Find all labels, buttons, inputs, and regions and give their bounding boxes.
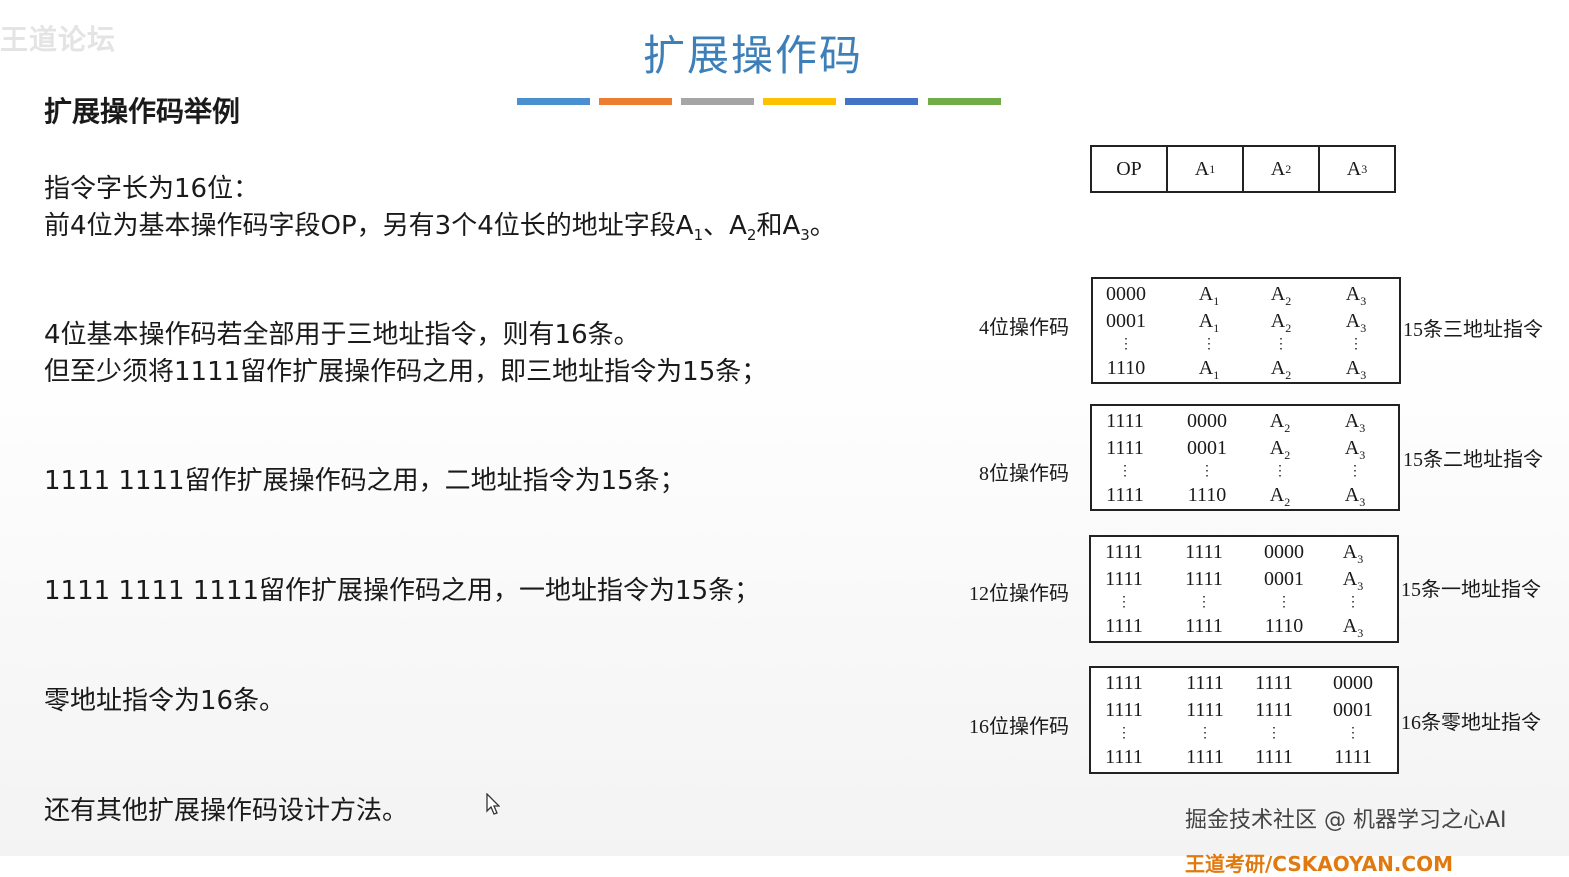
opcode-group-8bit: 1111 1111 ⋮ 1111 0000 0001 ⋮ 1110 A2 A2 ⋮ A2 A3 A3… <box>1090 404 1400 511</box>
opcode-group-4bit: 0000 0001 ⋮ 1110 A1 A1 ⋮ A1 A2 A2 ⋮ A2 A3 A3 ⋮ A3 <box>1091 277 1401 384</box>
text-word-length: 指令字长为16位： <box>44 174 260 204</box>
watermark-bottom: 掘金技术社区 @ 机器学习之心AI <box>1185 808 1507 833</box>
text-one-address: 1111 1111 1111留作扩展操作码之用，一地址指令为15条； <box>44 576 761 606</box>
section-heading: 扩展操作码举例 <box>44 95 241 128</box>
instruction-count-label: 15条二地址指令 <box>1403 449 1543 471</box>
opcode-column: 1111 1111 ⋮ 1111 <box>1106 410 1144 506</box>
text-three-address-16: 4位基本操作码若全部用于三地址指令，则有16条。 <box>44 320 640 350</box>
opcode-column: 1111 1111 ⋮ 1111 <box>1186 672 1224 768</box>
opcode-column: 1111 1111 ⋮ 1111 <box>1105 541 1143 637</box>
text-fields: 前4位为基本操作码字段OP，另有3个4位长的地址字段A1、A2和A3。 <box>44 211 836 245</box>
mouse-cursor-icon <box>486 793 500 815</box>
address-column-a3: A3 A3 ⋮ A3 <box>1344 410 1366 509</box>
slide-title: 扩展操作码 <box>643 31 864 80</box>
text-zero-address: 零地址指令为16条。 <box>44 686 286 716</box>
watermark-bottom-site: 王道考研/CSKAOYAN.COM <box>1185 852 1453 876</box>
opcode-column: 1111 1111 ⋮ 1111 <box>1105 672 1143 768</box>
opcode-column: 0000 0001 ⋮ 1110 <box>1264 541 1304 637</box>
instruction-format: OP A1 A2 A3 <box>1090 145 1396 193</box>
opcode-column: 1111 1111 ⋮ 1111 <box>1185 541 1223 637</box>
text-two-address: 1111 1111留作扩展操作码之用，二地址指令为15条； <box>44 466 686 496</box>
opcode-column: 0000 0001 ⋮ 1111 <box>1333 672 1373 768</box>
address-column-a2: A2 A2 ⋮ A2 <box>1270 283 1292 382</box>
address-column-a1: A1 A1 ⋮ A1 <box>1198 283 1220 382</box>
opcode-column: 1111 1111 ⋮ 1111 <box>1255 672 1293 768</box>
field-a3: A3 <box>1346 157 1368 180</box>
accent-bar-3 <box>681 98 754 105</box>
address-column-a3: A3 A3 ⋮ A3 <box>1342 541 1364 640</box>
opcode-length-label: 16位操作码 <box>969 716 1069 738</box>
opcode-column: 0000 0001 ⋮ 1110 <box>1106 283 1146 379</box>
opcode-length-label: 12位操作码 <box>969 583 1069 605</box>
opcode-column: 0000 0001 ⋮ 1110 <box>1187 410 1227 506</box>
address-column-a2: A2 A2 ⋮ A2 <box>1269 410 1291 509</box>
field-op: OP <box>1092 147 1168 191</box>
opcode-group-12bit: 1111 1111 ⋮ 1111 1111 1111 ⋮ 1111 0000 0001 ⋮ 111… <box>1089 535 1399 643</box>
accent-bar-2 <box>599 98 672 105</box>
field-a1: A1 <box>1168 147 1244 191</box>
instruction-count-label: 15条一地址指令 <box>1401 579 1541 601</box>
accent-bar-4 <box>763 98 836 105</box>
opcode-length-label: 8位操作码 <box>979 463 1069 485</box>
instruction-count-label: 16条零地址指令 <box>1401 712 1541 734</box>
text-other-methods: 还有其他扩展操作码设计方法。 <box>44 796 409 826</box>
accent-bar-5 <box>845 98 918 105</box>
opcode-length-label: 4位操作码 <box>979 317 1069 339</box>
field-a2: A2 <box>1244 147 1320 191</box>
address-column-a3: A3 A3 ⋮ A3 <box>1345 283 1367 382</box>
accent-bar-1 <box>517 98 590 105</box>
instruction-count-label: 15条三地址指令 <box>1403 319 1543 341</box>
watermark-top: 王道论坛 <box>0 23 117 56</box>
opcode-group-16bit: 1111 1111 ⋮ 1111 1111 1111 ⋮ 1111 1111 1111 ⋮ 111… <box>1089 666 1399 774</box>
accent-bar-6 <box>928 98 1001 105</box>
text-three-address-15: 但至少须将1111留作扩展操作码之用，即三地址指令为15条； <box>44 357 768 387</box>
